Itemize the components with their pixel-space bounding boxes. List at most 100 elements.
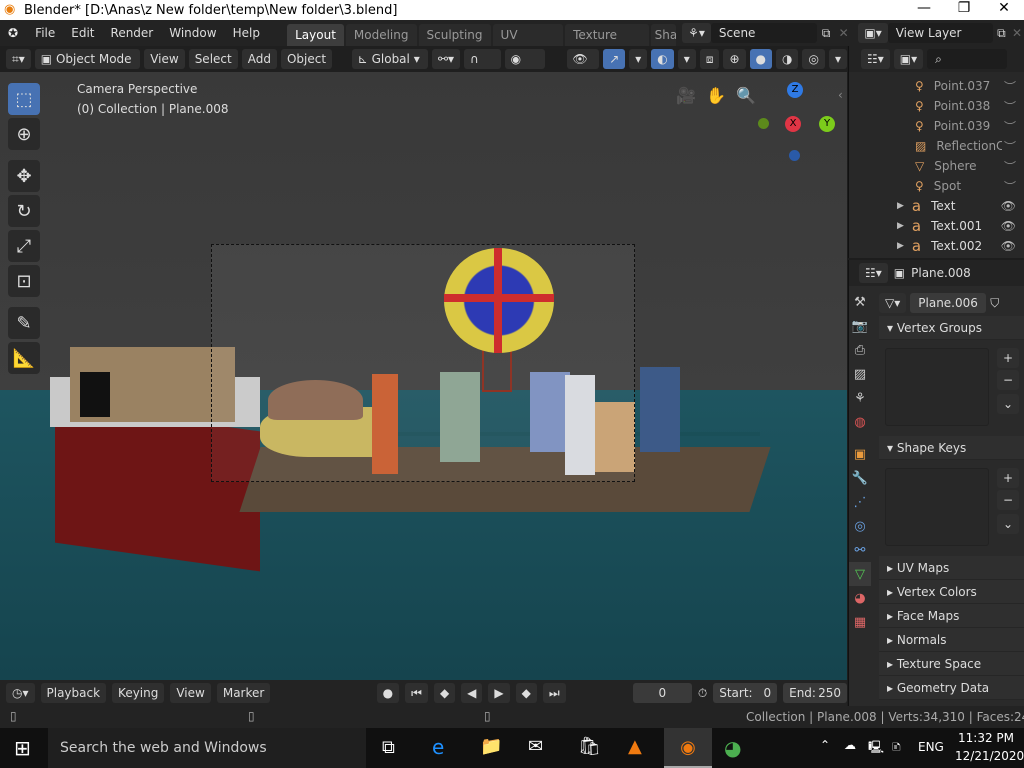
tab-layout[interactable]: Layout <box>287 24 344 46</box>
outliner-item[interactable]: ▽ Sphere ︶ <box>849 156 1024 176</box>
data-tab-icon[interactable]: ▽ <box>849 562 871 586</box>
add-menu[interactable]: Add <box>241 49 277 69</box>
playback-menu[interactable]: Playback ▾ <box>40 683 107 720</box>
vertex-groups-panel[interactable]: ▾ Vertex Groups <box>879 316 1024 340</box>
visibility-hidden-icon[interactable]: ︶ <box>1004 158 1016 175</box>
notifications-icon[interactable]: 🗈 <box>892 738 901 759</box>
end-frame-field[interactable]: End: 250 <box>783 683 847 703</box>
new-view-layer-icon[interactable]: ⧉ <box>993 26 1010 41</box>
vertex-group-menu-button[interactable]: ⌄ <box>997 394 1020 414</box>
properties-editor-type-icon[interactable]: ☷▾ <box>859 263 888 283</box>
menu-window[interactable]: Window <box>161 26 224 40</box>
minimize-button[interactable]: — <box>904 0 944 16</box>
orientation-dropdown[interactable]: ⊾ Global ▾ <box>351 49 428 69</box>
mail-icon[interactable]: ✉ <box>528 736 543 757</box>
outliner-display-mode-icon[interactable]: ☷▾ <box>861 49 890 69</box>
scene-field[interactable]: Scene <box>710 23 818 43</box>
outliner-item[interactable]: ▨ ReflectionCu︶ <box>849 136 1024 156</box>
outliner-item[interactable]: ♀ Spot ︶ <box>849 176 1024 196</box>
timeline-view-menu[interactable]: View <box>170 683 211 703</box>
annotate-tool-icon[interactable]: ✎ <box>8 307 40 339</box>
mesh-browse-icon[interactable]: ▽▾ <box>879 293 907 313</box>
current-frame-field[interactable]: 0 <box>632 683 692 703</box>
play-icon[interactable]: ▶ <box>488 683 510 703</box>
scale-tool-icon[interactable]: ⤢ <box>8 230 40 262</box>
fake-user-icon[interactable]: ⛉ <box>990 296 999 311</box>
sidebar-toggle-icon[interactable]: ‹ <box>838 88 843 102</box>
constraints-tab-icon[interactable]: ⚯ <box>849 538 871 562</box>
object-menu[interactable]: Object <box>280 49 333 69</box>
select-box-tool-icon[interactable]: ⬚ <box>8 83 40 115</box>
normals-panel[interactable]: ▸ Normals <box>879 628 1024 652</box>
store-icon[interactable]: 🛍 <box>578 736 601 757</box>
mesh-name-field[interactable]: Plane.006 <box>910 293 987 313</box>
tool-tab-icon[interactable]: ⚒ <box>849 290 871 314</box>
edge-icon[interactable]: e <box>432 735 444 759</box>
outliner-search-input[interactable]: ⌕ <box>927 49 1008 69</box>
solid-shading-icon[interactable]: ● <box>749 49 772 69</box>
keying-menu[interactable]: Keying ▾ <box>112 683 165 720</box>
rotate-tool-icon[interactable]: ↻ <box>8 195 40 227</box>
camera-view-icon[interactable]: 🎥 <box>676 86 696 105</box>
menu-help[interactable]: Help <box>225 26 268 40</box>
measure-tool-icon[interactable]: 📐 <box>8 342 40 374</box>
taskbar-search-input[interactable]: Search the web and Windows <box>48 728 366 768</box>
render-tab-icon[interactable]: 📷 <box>849 314 871 338</box>
outliner-item[interactable]: ▶ a Text 👁 <box>849 196 1024 216</box>
scene-tab-icon[interactable]: ⚘ <box>849 386 871 410</box>
maximize-button[interactable]: ❐ <box>944 0 984 16</box>
chrome-icon[interactable]: ◕ <box>724 736 741 760</box>
xray-icon[interactable]: ⧈ <box>699 49 720 69</box>
marker-menu[interactable]: Marker <box>216 683 271 703</box>
visibility-hidden-icon[interactable]: ︶ <box>1004 78 1016 95</box>
remove-shape-key-button[interactable]: − <box>997 490 1020 510</box>
next-keyframe-icon[interactable]: ◆ <box>515 683 537 703</box>
onedrive-icon[interactable]: ☁ <box>844 738 856 752</box>
visibility-eye-icon[interactable]: 👁 <box>1001 219 1016 233</box>
snap-icon[interactable]: ∩ ▯▾ <box>464 49 501 86</box>
start-frame-field[interactable]: Start: 0 <box>713 683 778 703</box>
network-icon[interactable]: 🖳 <box>868 738 884 759</box>
shading-dropdown-icon[interactable]: ▾ <box>828 49 847 69</box>
world-tab-icon[interactable]: ◍ <box>849 410 871 434</box>
gizmo-z-axis[interactable]: Z <box>787 82 803 98</box>
geometry-data-panel[interactable]: ▸ Geometry Data <box>879 676 1024 700</box>
navigation-gizmo[interactable]: Z X Y <box>755 82 835 172</box>
outliner-item[interactable]: ♀ Point.037 ︶ <box>849 76 1024 96</box>
remove-vertex-group-button[interactable]: − <box>997 370 1020 390</box>
clock-date[interactable]: 12/21/2020 <box>955 749 1024 763</box>
outliner-item[interactable]: ♀ Point.039 ︶ <box>849 116 1024 136</box>
expand-arrow-icon[interactable]: ▶ <box>897 241 904 251</box>
gizmo-dropdown-icon[interactable]: ▾ <box>629 49 648 69</box>
tab-shading[interactable]: Sha <box>650 24 677 46</box>
clock-time[interactable]: 11:32 PM <box>958 731 1014 745</box>
cursor-tool-icon[interactable]: ⊕ <box>8 118 40 150</box>
add-shape-key-button[interactable]: + <box>997 468 1020 488</box>
tab-texture-paint[interactable]: Texture Paint <box>565 24 649 64</box>
prev-keyframe-icon[interactable]: ◆ <box>433 683 456 703</box>
play-reverse-icon[interactable]: ◀ <box>461 683 483 703</box>
gizmo-toggle-icon[interactable]: ↗ <box>603 49 626 69</box>
blender-taskbar-icon[interactable]: ◉ <box>664 728 712 768</box>
show-hidden-icons[interactable]: ⌃ <box>820 738 830 752</box>
gizmo-neg-y[interactable] <box>758 118 769 129</box>
vertex-groups-list[interactable] <box>885 348 989 426</box>
visibility-hidden-icon[interactable]: ︶ <box>1004 118 1016 135</box>
move-tool-icon[interactable]: ✥ <box>8 160 40 192</box>
outliner-filter-icon[interactable]: ▣▾ <box>893 49 924 69</box>
expand-arrow-icon[interactable]: ▶ <box>897 221 904 231</box>
delete-scene-icon[interactable]: ✕ <box>835 26 852 40</box>
visibility-hidden-icon[interactable]: ︶ <box>1004 138 1016 155</box>
add-vertex-group-button[interactable]: + <box>997 348 1020 368</box>
3d-viewport[interactable]: Camera Perspective (0) Collection | Plan… <box>0 72 847 680</box>
overlay-dropdown-icon[interactable]: ▾ <box>677 49 696 69</box>
new-scene-icon[interactable]: ⧉ <box>817 26 834 41</box>
mode-dropdown[interactable]: ▣ Object Mode ▾ <box>34 49 141 86</box>
outliner-item[interactable]: ▶ a Text.002 👁 <box>849 236 1024 256</box>
shape-keys-list[interactable] <box>885 468 989 546</box>
outliner-item[interactable]: ♀ Point.038 ︶ <box>849 96 1024 116</box>
close-button[interactable]: ✕ <box>984 0 1024 16</box>
windows-start-icon[interactable]: ⊞ <box>14 736 31 760</box>
language-indicator[interactable]: ENG <box>918 740 944 754</box>
transform-tool-icon[interactable]: ⊡ <box>8 265 40 297</box>
